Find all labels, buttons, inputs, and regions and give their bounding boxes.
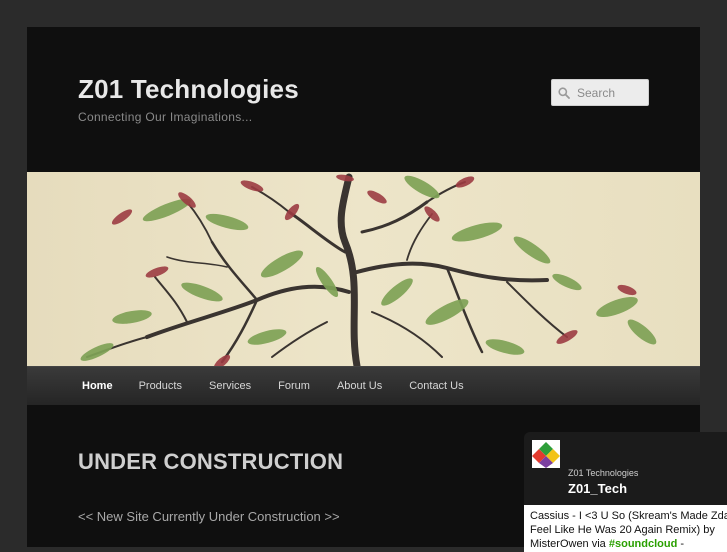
nav-item-products[interactable]: Products: [139, 367, 182, 405]
site-description: Connecting Our Imaginations...: [78, 110, 253, 124]
tweet-line: MisterOwen via #soundcloud -: [530, 537, 727, 551]
nav-item-forum[interactable]: Forum: [278, 367, 310, 405]
nav-item-home[interactable]: Home: [82, 367, 113, 405]
nav-item-services[interactable]: Services: [209, 367, 251, 405]
nav-item-contact-us[interactable]: Contact Us: [409, 367, 463, 405]
magnifier-icon: [558, 86, 570, 99]
tweet-line: Feel Like He Was 20 Again Remix) by: [530, 524, 715, 536]
construction-notice: << New Site Currently Under Construction…: [78, 509, 340, 524]
site-title[interactable]: Z01 Technologies: [78, 74, 299, 105]
tweet-suffix: -: [677, 538, 685, 550]
tweet-line: Cassius - I <3 U So (Skream's Made Zdar: [530, 510, 727, 522]
search-box[interactable]: [551, 79, 649, 106]
main-navigation: Home Products Services Forum About Us Co…: [27, 366, 700, 405]
search-input[interactable]: [575, 84, 649, 101]
company-logo-icon[interactable]: [532, 440, 560, 468]
header-image: [27, 172, 700, 366]
nav-item-about-us[interactable]: About Us: [337, 367, 382, 405]
page-heading: UNDER CONSTRUCTION: [78, 449, 344, 474]
twitter-company-name: Z01 Technologies: [568, 468, 639, 478]
twitter-handle[interactable]: Z01_Tech: [568, 481, 627, 496]
twitter-widget: Z01 Technologies Z01_Tech Cassius - I <3…: [524, 432, 727, 552]
tweet-hashtag-link[interactable]: #soundcloud: [609, 538, 677, 550]
tweet-author: MisterOwen via: [530, 538, 609, 550]
